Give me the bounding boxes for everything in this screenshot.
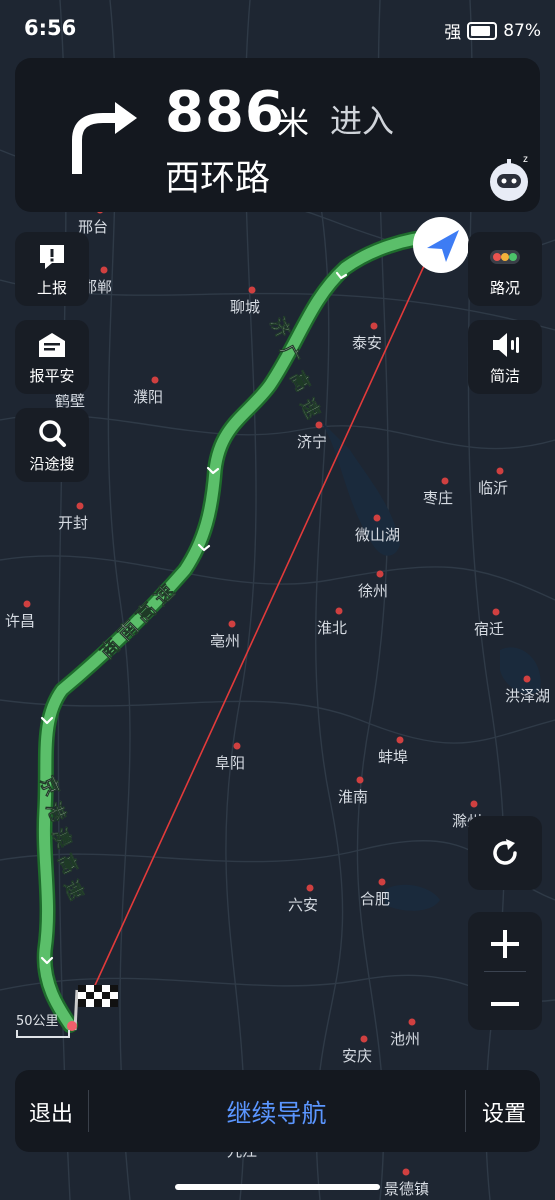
city-dot <box>370 322 378 330</box>
safe-report-button[interactable]: 报平安 <box>15 320 89 394</box>
refresh-route-button[interactable] <box>468 816 542 890</box>
battery-icon <box>467 21 498 40</box>
road-name: 西环路 <box>165 159 271 199</box>
city-label: 宿迁 <box>474 621 504 638</box>
city-dot <box>402 1168 410 1176</box>
city-dot <box>523 675 531 683</box>
envelope-icon <box>39 333 65 357</box>
search-along-route-label: 沿途搜 <box>29 455 75 473</box>
bottom-navigation-bar: 退出 继续导航 设置 <box>15 1070 540 1152</box>
city-dot <box>373 514 381 522</box>
navigation-instruction-card: 886 米 进入 西环路 z <box>15 58 540 212</box>
scale-label: 50公里 <box>16 1014 59 1029</box>
turn-right-icon <box>72 102 137 174</box>
status-icons: 强 87% <box>444 18 541 44</box>
traffic-light-icon <box>490 250 520 264</box>
status-bar: 6:56 强 87% <box>0 0 555 58</box>
zoom-controls <box>468 912 542 1030</box>
current-location-icon <box>413 217 469 273</box>
voice-mode-label: 简洁 <box>489 367 520 385</box>
city-label: 泰安 <box>352 335 382 352</box>
city-dot <box>441 477 449 485</box>
city-dot <box>378 878 386 886</box>
city-label: 枣庄 <box>423 489 453 507</box>
report-button[interactable]: 上报 <box>15 232 89 306</box>
distance-unit: 米 <box>277 104 310 142</box>
voice-assistant-icon[interactable]: z <box>483 150 539 206</box>
city-label: 洪泽湖 <box>505 688 550 705</box>
city-label: 淮北 <box>317 620 347 637</box>
city-label: 安庆 <box>342 1048 372 1065</box>
city-dot <box>376 570 384 578</box>
zoom-out-icon[interactable] <box>489 988 521 1020</box>
speaker-icon <box>493 333 519 357</box>
zoom-in-icon[interactable] <box>489 928 521 960</box>
city-dot <box>396 736 404 744</box>
city-label: 开封 <box>58 515 88 532</box>
city-label: 微山湖 <box>355 527 400 544</box>
city-dot <box>360 1035 368 1043</box>
divider <box>465 1090 466 1132</box>
voice-mode-button[interactable]: 简洁 <box>468 320 542 394</box>
city-dot <box>100 266 108 274</box>
city-label: 六安 <box>288 897 318 914</box>
battery-percent: 87% <box>503 20 541 41</box>
city-dot <box>470 800 478 808</box>
city-dot <box>151 376 159 384</box>
zoom-divider <box>484 971 526 972</box>
search-icon <box>39 420 66 447</box>
action-text: 进入 <box>330 102 395 140</box>
city-dot <box>76 502 84 510</box>
battery-level <box>471 25 491 36</box>
settings-button[interactable]: 设置 <box>482 1096 526 1128</box>
city-dot <box>496 467 504 475</box>
svg-text:z: z <box>523 154 528 165</box>
city-label: 合肥 <box>360 891 390 908</box>
clock: 6:56 <box>24 16 77 40</box>
city-label: 徐州 <box>358 583 388 600</box>
exit-button[interactable]: 退出 <box>29 1096 73 1128</box>
city-dot <box>233 742 241 750</box>
city-dot <box>23 600 31 608</box>
city-label: 聊城 <box>230 299 260 316</box>
signal-strength: 强 <box>444 23 462 43</box>
city-dot <box>315 421 323 429</box>
city-dot <box>306 884 314 892</box>
map-scale: 50公里 <box>16 1010 70 1038</box>
city-label: 许昌 <box>5 613 35 630</box>
city-label: 景德镇 <box>384 1180 429 1198</box>
city-label: 濮阳 <box>133 389 163 406</box>
city-label: 蚌埠 <box>378 748 408 766</box>
city-label: 阜阳 <box>215 755 245 772</box>
traffic-label: 路况 <box>489 279 520 297</box>
city-dot <box>492 608 500 616</box>
city-dot <box>248 286 256 294</box>
report-icon <box>40 245 64 269</box>
city-label: 济宁 <box>297 434 327 451</box>
safe-report-label: 报平安 <box>29 367 75 385</box>
city-label: 亳州 <box>210 632 240 650</box>
scale-bar <box>16 1030 70 1038</box>
city-dot <box>335 607 343 615</box>
city-dot <box>408 1018 416 1026</box>
report-label: 上报 <box>36 279 67 297</box>
search-along-route-button[interactable]: 沿途搜 <box>15 408 89 482</box>
city-label: 淮南 <box>338 789 368 806</box>
distance-value: 886 <box>165 80 285 145</box>
city-dot <box>356 776 364 784</box>
refresh-icon <box>493 839 517 865</box>
continue-navigation-button[interactable]: 继续导航 <box>89 1094 464 1130</box>
city-dot <box>228 620 236 628</box>
traffic-button[interactable]: 路况 <box>468 232 542 306</box>
home-indicator[interactable] <box>175 1184 380 1190</box>
city-label: 临沂 <box>478 480 508 497</box>
city-label: 池州 <box>390 1031 420 1048</box>
